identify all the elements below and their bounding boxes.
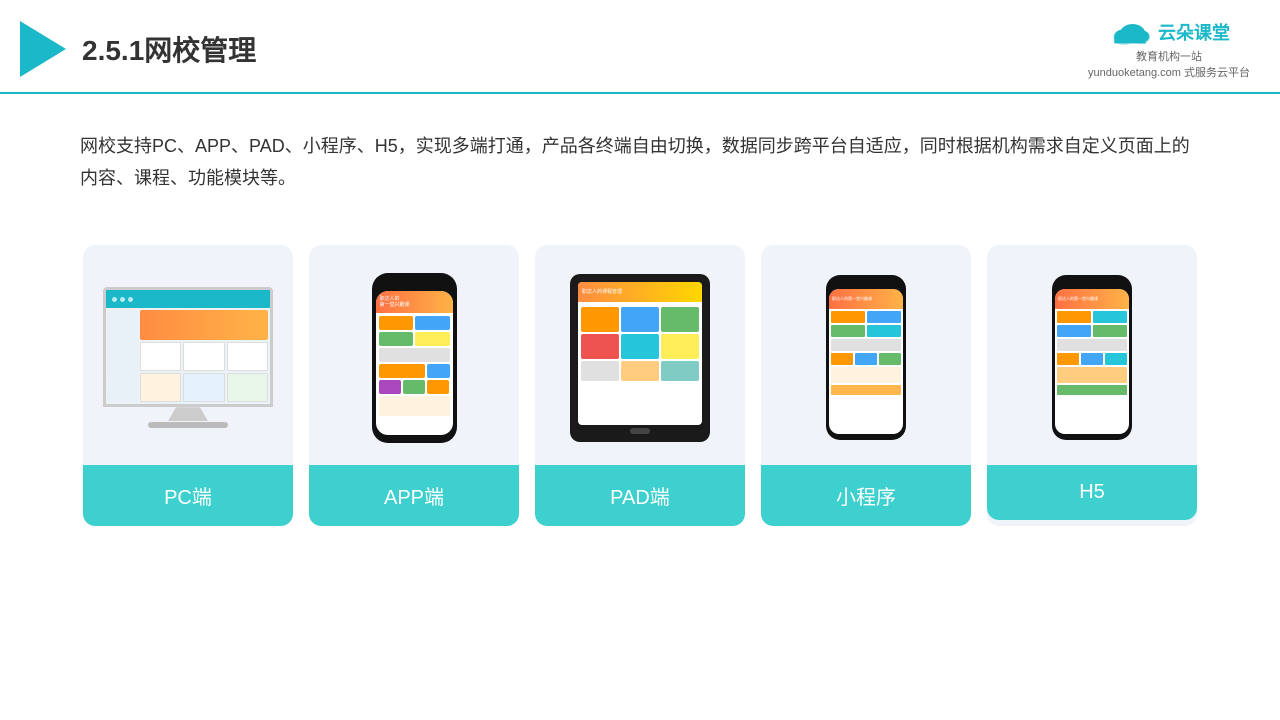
pc-screen (103, 287, 273, 407)
cloud-icon (1108, 18, 1152, 46)
card-h5-label: H5 (987, 465, 1197, 520)
brand-name: 云朵课堂 (1158, 19, 1230, 45)
cards-container: PC端 职达人的第一堂兴趣课 (0, 225, 1280, 556)
mini-phone-mockup-1: 职达人的第一堂兴趣课 (826, 275, 906, 440)
card-miniprogram: 职达人的第一堂兴趣课 (761, 245, 971, 526)
card-pc-label: PC端 (83, 465, 293, 526)
card-h5-image: 职达人的第一堂兴趣课 (987, 245, 1197, 465)
card-h5: 职达人的第一堂兴趣课 (987, 245, 1197, 526)
card-pc: PC端 (83, 245, 293, 526)
brand-logo: 云朵课堂 教育机构一站 yunduoketang.com 式服务云平台 (1088, 18, 1250, 80)
card-pad-image: 职达人的课程管理 (535, 245, 745, 465)
card-pad-label: PAD端 (535, 465, 745, 526)
card-app-label: APP端 (309, 465, 519, 526)
header-left: 2.5.1网校管理 (20, 21, 256, 77)
card-miniprogram-label: 小程序 (761, 465, 971, 526)
description-text: 网校支持PC、APP、PAD、小程序、H5，实现多端打通，产品各终端自由切换，数… (0, 94, 1280, 215)
card-app: 职达人的第一堂兴趣课 (309, 245, 519, 526)
app-phone-mockup: 职达人的第一堂兴趣课 (372, 273, 457, 443)
cloud-logo-container: 云朵课堂 (1108, 18, 1230, 46)
header: 2.5.1网校管理 云朵课堂 教育机构一站 yunduoketang.com 式… (0, 0, 1280, 94)
card-pc-image (83, 245, 293, 465)
card-app-image: 职达人的第一堂兴趣课 (309, 245, 519, 465)
tablet-mockup: 职达人的课程管理 (570, 274, 710, 442)
page-title: 2.5.1网校管理 (82, 29, 256, 69)
pc-mockup (98, 287, 278, 428)
logo-triangle-icon (20, 21, 66, 77)
brand-subtitle: 教育机构一站 yunduoketang.com 式服务云平台 (1088, 48, 1250, 80)
description-paragraph: 网校支持PC、APP、PAD、小程序、H5，实现多端打通，产品各终端自由切换，数… (80, 130, 1200, 195)
mini-phone-mockup-2: 职达人的第一堂兴趣课 (1052, 275, 1132, 440)
card-miniprogram-image: 职达人的第一堂兴趣课 (761, 245, 971, 465)
card-pad: 职达人的课程管理 PAD端 (535, 245, 745, 526)
